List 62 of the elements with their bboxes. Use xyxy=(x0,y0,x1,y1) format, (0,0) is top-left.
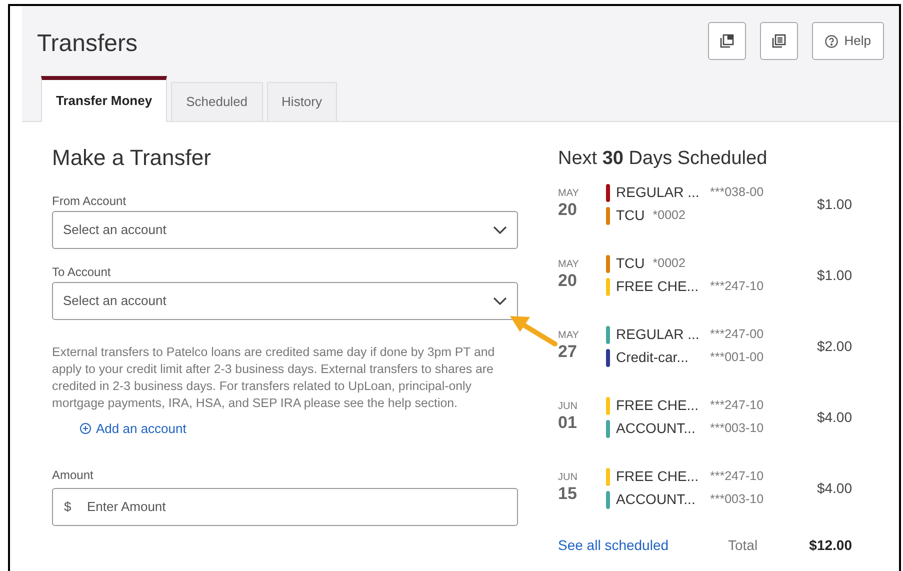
account-number: *0002 xyxy=(652,255,686,272)
chevron-down-icon xyxy=(493,297,507,305)
windows-button[interactable] xyxy=(708,22,746,60)
date-month: MAY xyxy=(558,330,580,342)
date-day: 20 xyxy=(558,271,606,291)
help-icon xyxy=(825,34,838,48)
scheduled-title: Next 30 Days Scheduled xyxy=(558,147,768,171)
date-day: 15 xyxy=(558,484,606,504)
total-value: $12.00 xyxy=(809,536,852,555)
to-account-dropdown[interactable]: Select an account xyxy=(52,282,518,320)
account-name: TCU xyxy=(616,254,645,273)
date-day: 27 xyxy=(558,342,606,362)
total-label: Total xyxy=(728,536,758,555)
account-name: FREE CHE... xyxy=(616,467,700,486)
tab[interactable]: Scheduled xyxy=(171,82,263,122)
tab[interactable]: History xyxy=(266,82,337,122)
from-account-dropdown[interactable]: Select an account xyxy=(52,211,518,249)
account-name: FREE CHE... xyxy=(616,396,700,415)
account-name: ACCOUNT... xyxy=(616,419,696,438)
help-button[interactable]: Help xyxy=(812,22,884,60)
chevron-down-icon xyxy=(493,226,507,234)
account-number: ***038-00 xyxy=(710,184,764,202)
account-number: ***247-00 xyxy=(710,326,764,344)
field-label: From Account xyxy=(52,193,128,210)
scheduled-amount: $2.00 xyxy=(816,336,852,356)
currency-symbol: $ xyxy=(64,498,72,516)
date-day: 20 xyxy=(558,200,606,220)
plus-circle-icon xyxy=(80,423,91,434)
tab[interactable]: Transfer Money xyxy=(41,76,168,122)
account-name: ACCOUNT... xyxy=(616,490,696,509)
see-all-scheduled-link[interactable]: See all scheduled xyxy=(558,535,728,556)
account-number: ***001-00 xyxy=(710,349,764,366)
field-label: Amount xyxy=(52,466,94,484)
date-month: JUN xyxy=(558,472,578,484)
date-day: 01 xyxy=(558,413,606,433)
account-name: FREE CHE... xyxy=(616,277,700,296)
document-button[interactable] xyxy=(760,22,798,60)
scheduled-amount: $1.00 xyxy=(816,194,852,214)
account-number: ***003-10 xyxy=(710,420,764,438)
scheduled-amount: $4.00 xyxy=(816,408,852,426)
account-number: ***247-10 xyxy=(710,397,764,414)
add-account-link[interactable]: Add an account xyxy=(80,419,186,438)
account-name: Credit-car... xyxy=(616,348,690,367)
field-label: To Account xyxy=(52,264,112,281)
transfer-notice: External transfers to Patelco loans are credited same day if done by 3pm PT and apply to your credit limit after 2-3 business days. External transfers to shares are credited in 2-3 business days. For transfers related to UpLoan, principal-only mortgage payments, IRA, HSA, and SEP IRA please see the help section. xyxy=(52,344,496,412)
account-name: REGULAR ... xyxy=(616,183,700,202)
date-month: JUN xyxy=(558,401,578,413)
scheduled-amount: $4.00 xyxy=(816,478,852,498)
stacked-window-icon xyxy=(720,34,734,48)
account-number: ***247-10 xyxy=(710,468,764,486)
form-title: Make a Transfer xyxy=(52,144,212,172)
account-number: ***247-10 xyxy=(710,278,764,296)
date-month: MAY xyxy=(558,188,580,200)
annotation-arrow xyxy=(508,313,558,347)
page-title: Transfers xyxy=(37,29,138,59)
account-number: ***003-10 xyxy=(710,491,764,508)
scheduled-amount: $1.00 xyxy=(816,266,852,284)
date-month: MAY xyxy=(558,259,580,271)
account-number: *0002 xyxy=(652,207,686,224)
account-name: TCU xyxy=(616,206,645,225)
document-icon xyxy=(772,34,786,48)
account-name: REGULAR ... xyxy=(616,325,700,344)
